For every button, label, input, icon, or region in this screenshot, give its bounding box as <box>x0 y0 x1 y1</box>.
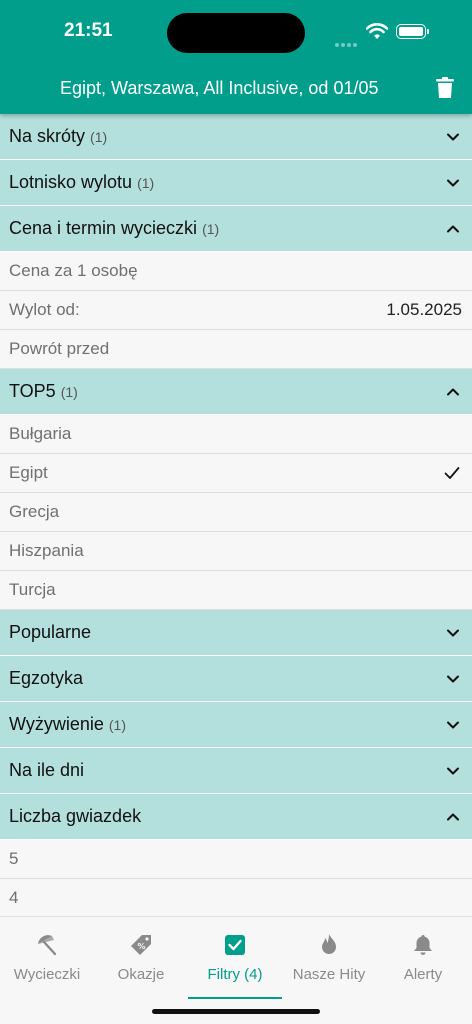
tab-alerty[interactable]: Alerty <box>376 917 470 999</box>
section-wyzywienie[interactable]: Wyżywienie (1) <box>0 702 472 748</box>
trash-icon[interactable] <box>436 77 454 99</box>
bell-icon <box>414 935 432 955</box>
bottom-tab-bar: Wycieczki % Okazje Filtry (4) Nasze Hity… <box>0 916 472 1024</box>
filter-row-departure-date[interactable]: Wylot od: 1.05.2025 <box>0 291 472 330</box>
section-label: Lotnisko wylotu <box>9 172 133 192</box>
row-label: Turcja <box>9 580 56 599</box>
chevron-up-icon <box>447 225 459 232</box>
tab-okazje[interactable]: % Okazje <box>94 917 188 999</box>
section-top5[interactable]: TOP5 (1) <box>0 369 472 415</box>
section-count: (1) <box>108 716 126 733</box>
battery-icon <box>396 24 429 39</box>
chevron-down-icon <box>447 629 459 636</box>
checkbox-icon <box>225 935 245 955</box>
row-label: Grecja <box>9 502 60 521</box>
flame-icon <box>322 934 336 954</box>
tab-label: Alerty <box>403 966 443 983</box>
filter-list[interactable]: Na skróty (1) Lotnisko wylotu (1) Cena i… <box>0 114 472 916</box>
chevron-down-icon <box>447 179 459 186</box>
beach-umbrella-icon <box>38 935 57 956</box>
dynamic-island <box>167 13 305 53</box>
section-popularne[interactable]: Popularne <box>0 610 472 656</box>
tab-label: Wycieczki <box>13 966 81 983</box>
section-cena-i-termin[interactable]: Cena i termin wycieczki (1) <box>0 206 472 252</box>
section-count: (1) <box>202 220 220 237</box>
section-label: Popularne <box>9 622 92 642</box>
country-option-bulgaria[interactable]: Bułgaria <box>0 415 472 454</box>
section-na-ile-dni[interactable]: Na ile dni <box>0 748 472 794</box>
section-na-skroty[interactable]: Na skróty (1) <box>0 114 472 160</box>
stars-option-5[interactable]: 5 <box>0 840 472 879</box>
svg-text:%: % <box>138 942 146 951</box>
section-label: TOP5 <box>9 381 56 401</box>
row-label: Cena za 1 osobę <box>9 261 138 280</box>
row-label: 4 <box>9 888 19 907</box>
country-option-egipt[interactable]: Egipt <box>0 454 472 493</box>
filter-row-return-date[interactable]: Powrót przed <box>0 330 472 369</box>
chevron-down-icon <box>447 721 459 728</box>
chevron-up-icon <box>447 388 459 395</box>
filter-row-price[interactable]: Cena za 1 osobę <box>0 252 472 291</box>
section-egzotyka[interactable]: Egzotyka <box>0 656 472 702</box>
tab-label: Filtry (4) <box>207 966 263 983</box>
active-tab-indicator <box>188 997 282 999</box>
tab-nasze-hity[interactable]: Nasze Hity <box>282 917 376 999</box>
chevron-up-icon <box>447 813 459 820</box>
tab-label: Nasze Hity <box>292 966 366 983</box>
tab-wycieczki[interactable]: Wycieczki <box>0 917 94 999</box>
chevron-down-icon <box>447 767 459 774</box>
stars-option-4[interactable]: 4 <box>0 879 472 916</box>
section-label: Egzotyka <box>9 668 84 688</box>
wifi-icon <box>366 23 388 39</box>
section-lotnisko-wylotu[interactable]: Lotnisko wylotu (1) <box>0 160 472 206</box>
status-time: 21:51 <box>64 20 113 41</box>
cellular-signal-icon <box>335 34 359 52</box>
country-option-hiszpania[interactable]: Hiszpania <box>0 532 472 571</box>
row-label: 5 <box>9 849 19 868</box>
tab-filtry[interactable]: Filtry (4) <box>188 917 282 999</box>
section-count: (1) <box>90 128 108 145</box>
row-label: Hiszpania <box>9 541 84 560</box>
checkmark-icon <box>444 467 460 479</box>
country-option-turcja[interactable]: Turcja <box>0 571 472 610</box>
row-value: 1.05.2025 <box>386 300 462 319</box>
tab-label: Okazje <box>117 966 165 983</box>
chevron-down-icon <box>447 133 459 140</box>
section-label: Na ile dni <box>9 760 85 780</box>
section-label: Cena i termin wycieczki <box>9 218 198 238</box>
home-indicator <box>152 1009 320 1014</box>
section-label: Wyżywienie <box>9 714 104 734</box>
search-summary-title: Egipt, Warszawa, All Inclusive, od 01/05 <box>60 78 379 98</box>
chevron-down-icon <box>447 675 459 682</box>
row-label: Bułgaria <box>9 424 72 443</box>
price-tag-icon: % <box>131 935 151 955</box>
section-count: (1) <box>60 383 78 400</box>
section-count: (1) <box>137 174 155 191</box>
section-label: Na skróty <box>9 126 86 146</box>
row-label: Powrót przed <box>9 339 110 358</box>
row-label: Wylot od: <box>9 300 80 319</box>
top-bar: 21:51 Egipt, Warszawa, All Inclusive, od… <box>0 0 472 114</box>
section-label: Liczba gwiazdek <box>9 806 142 826</box>
country-option-grecja[interactable]: Grecja <box>0 493 472 532</box>
section-liczba-gwiazdek[interactable]: Liczba gwiazdek <box>0 794 472 840</box>
row-label: Egipt <box>9 463 48 482</box>
